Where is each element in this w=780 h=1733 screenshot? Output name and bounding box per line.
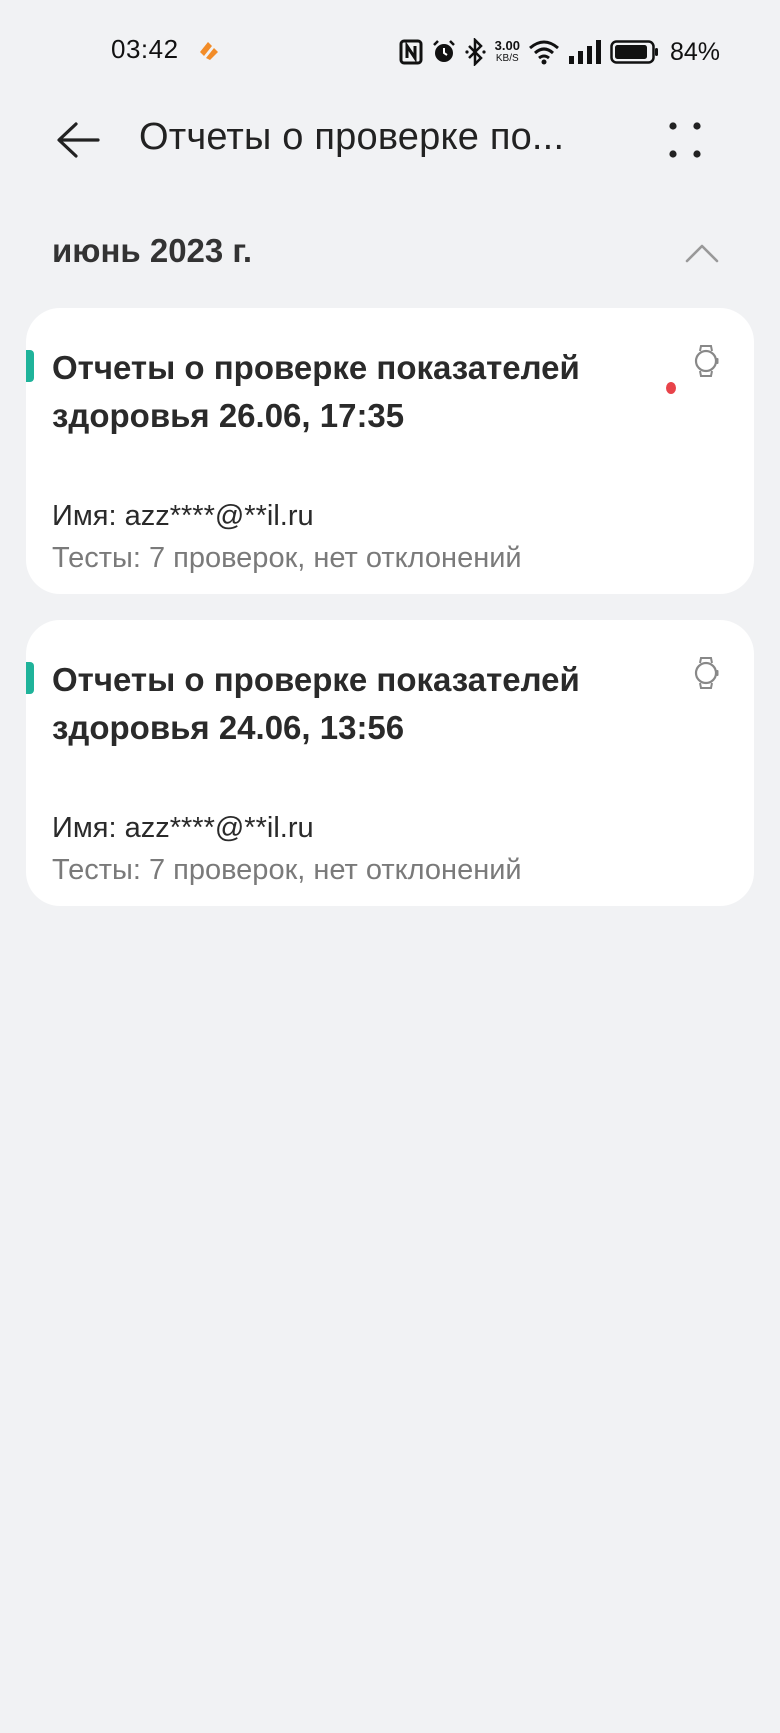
report-title: Отчеты о проверке показателей здоровья 2… [52,656,652,752]
report-title-line1: Отчеты о проверке показателей [52,661,580,698]
watch-icon [692,656,720,690]
report-card[interactable]: Отчеты о проверке показателей здоровья 2… [26,620,754,906]
network-speed-value: 3.00 [494,38,520,53]
battery-icon [610,40,660,64]
network-speed-unit: KB/S [495,53,519,64]
bluetooth-icon [465,38,487,66]
card-accent-bar [26,662,34,694]
wifi-icon [528,39,560,65]
alarm-icon [431,39,457,65]
card-accent-bar [26,350,34,382]
arrow-left-icon [54,120,102,165]
status-bar: 03:42 3.00 KB/S 84% [0,0,780,104]
month-section-title: июнь 2023 г. [52,232,253,269]
collapse-section-button[interactable] [680,238,724,272]
report-user-name: Имя: azz****@**il.ru [52,812,314,844]
report-title-line1: Отчеты о проверке показателей [52,349,580,386]
report-user-name: Имя: azz****@**il.ru [52,500,314,532]
report-title-line2: здоровья 24.06, 13:56 [52,709,405,746]
chevron-up-icon [685,243,719,268]
status-icons: 3.00 KB/S 84% [399,34,720,70]
report-tests-summary: Тесты: 7 проверок, нет отклонений [52,854,522,886]
report-title-line2: здоровья 26.06, 17:35 [52,397,405,434]
report-title: Отчеты о проверке показателей здоровья 2… [52,344,652,440]
report-card[interactable]: Отчеты о проверке показателей здоровья 2… [26,308,754,594]
nfc-icon [399,39,423,65]
back-button[interactable] [48,114,108,170]
app-notification-icon [196,38,222,62]
battery-percent: 84% [669,37,720,66]
network-speed: 3.00 KB/S [495,39,520,65]
signal-icon [568,40,602,64]
status-time: 03:42 [111,34,179,64]
top-app-bar: Отчеты о проверке по... [0,104,780,176]
report-tests-summary: Тесты: 7 проверок, нет отклонений [52,542,522,574]
more-options-button[interactable] [655,114,715,170]
month-section-header: июнь 2023 г. [0,222,780,288]
more-dots-icon [665,120,705,165]
page-title: Отчеты о проверке по... [139,116,565,158]
watch-icon [692,344,720,378]
unread-indicator [666,382,676,394]
